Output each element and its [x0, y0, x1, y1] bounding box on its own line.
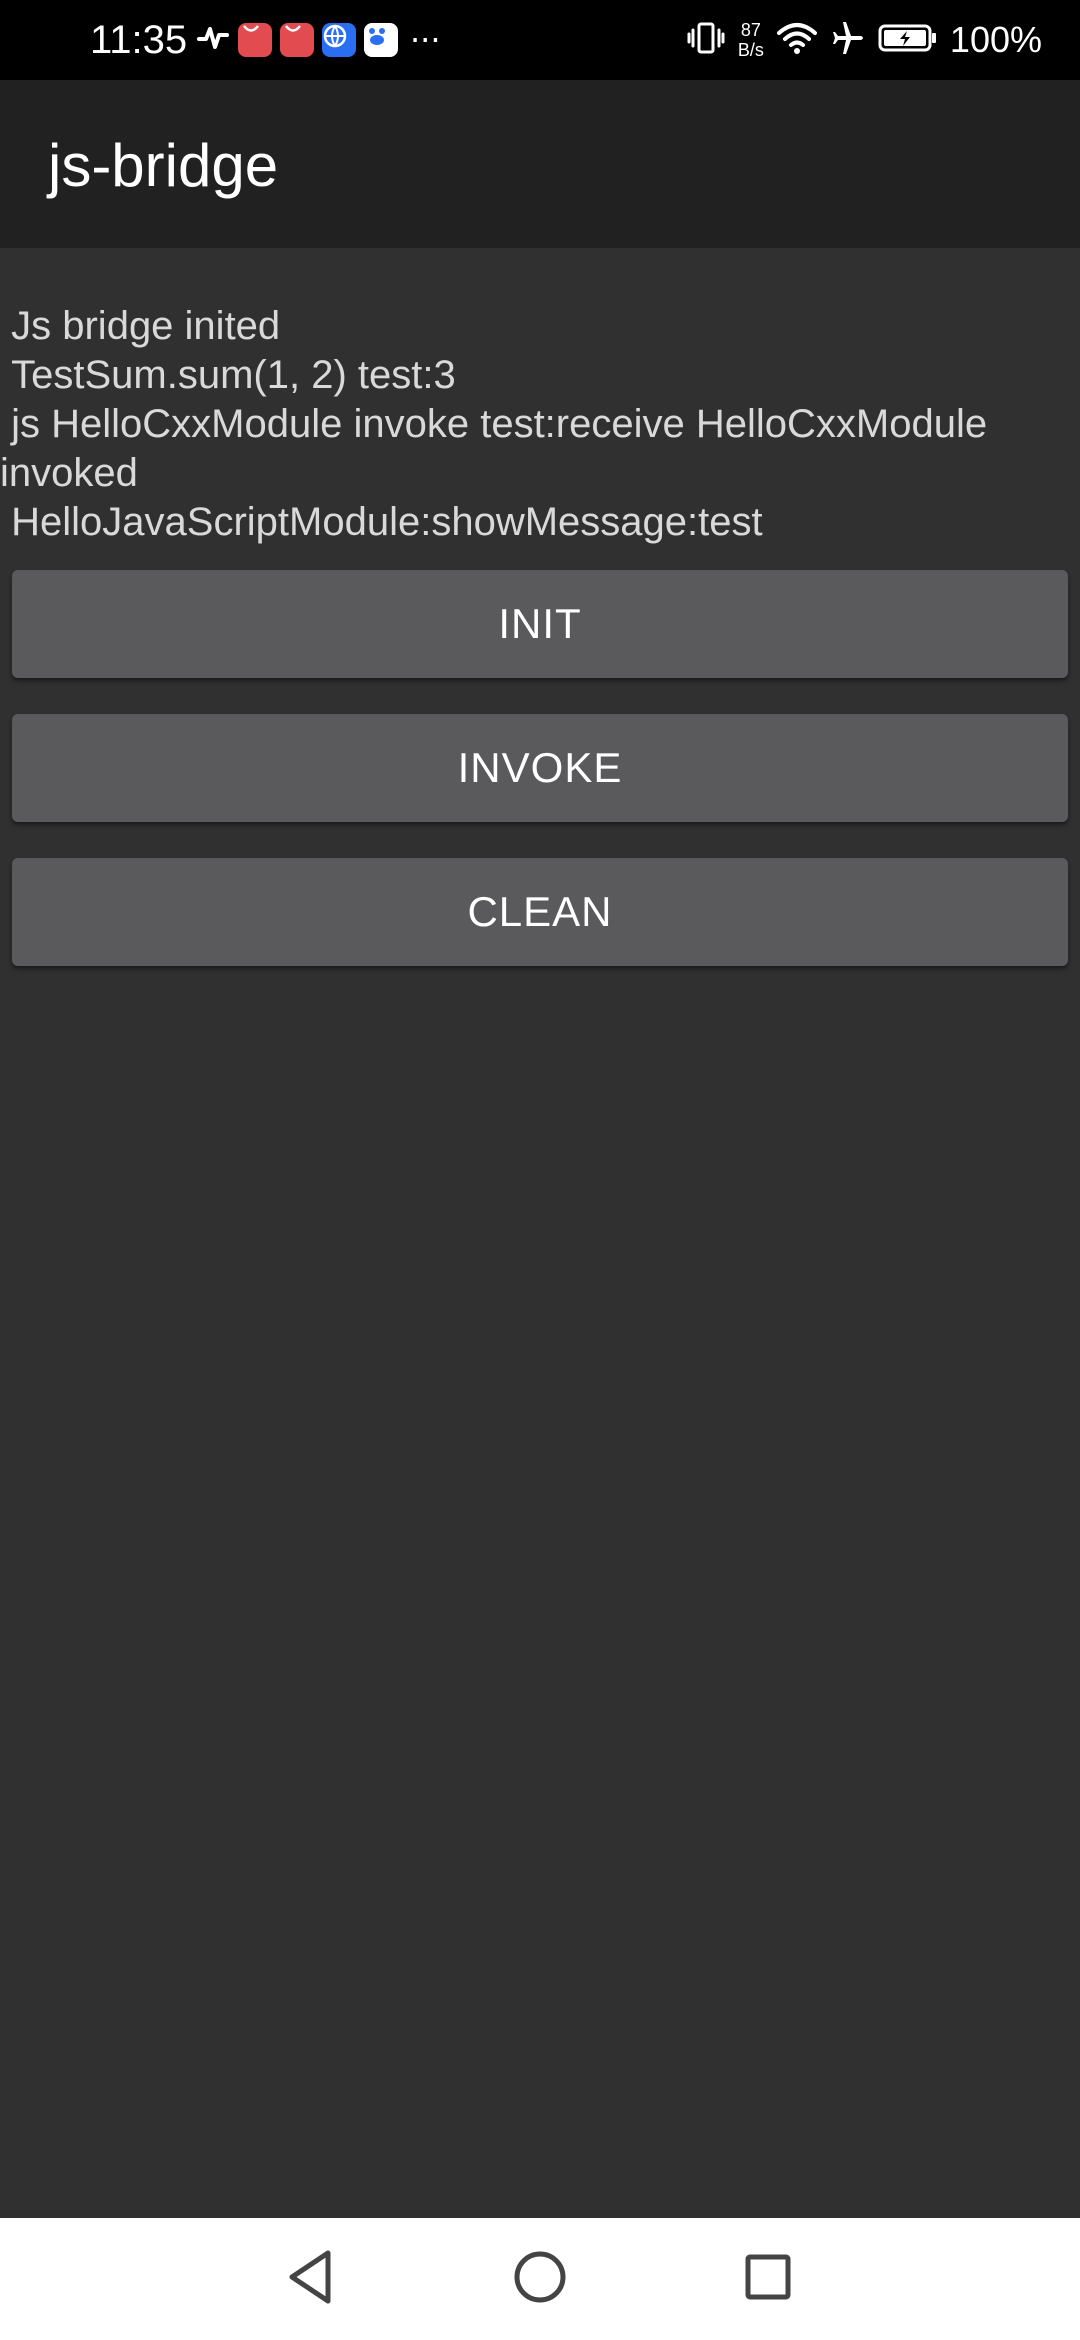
baidu-icon [364, 23, 398, 57]
init-button[interactable]: INIT [12, 570, 1068, 678]
huawei-app-icon [238, 23, 272, 57]
huawei-app-icon [280, 23, 314, 57]
more-notifications: ··· [410, 21, 441, 59]
network-speed: 87 B/s [738, 20, 764, 60]
main-content: Js bridge inited TestSum.sum(1, 2) test:… [0, 248, 1080, 2218]
home-icon [513, 2250, 567, 2309]
home-button[interactable] [480, 2218, 600, 2340]
airplane-icon [830, 20, 866, 61]
page-title: js-bridge [48, 132, 279, 199]
wifi-icon [776, 21, 818, 60]
recents-icon [744, 2253, 792, 2306]
back-icon [286, 2249, 334, 2310]
network-speed-unit: B/s [737, 40, 764, 60]
system-indicators: 87 B/s 100% [686, 14, 1042, 66]
status-time: 11:35 [90, 18, 188, 62]
clean-button[interactable]: CLEAN [12, 858, 1068, 966]
battery-charging-icon [878, 23, 938, 58]
back-button[interactable] [250, 2218, 370, 2340]
notification-icons: ··· [196, 22, 441, 58]
battery-percentage: 100% [949, 19, 1042, 60]
app-bar: js-bridge [0, 80, 1080, 248]
vibrate-icon [686, 20, 726, 61]
status-bar: 11:35 ··· 87 B/s 100% [0, 0, 1080, 80]
log-output: Js bridge inited TestSum.sum(1, 2) test:… [0, 304, 988, 544]
browser-icon [322, 23, 356, 57]
navigation-bar [0, 2218, 1080, 2340]
recents-button[interactable] [708, 2218, 828, 2340]
heart-rate-icon [196, 23, 230, 58]
network-speed-value: 87 [740, 20, 761, 40]
invoke-button[interactable]: INVOKE [12, 714, 1068, 822]
